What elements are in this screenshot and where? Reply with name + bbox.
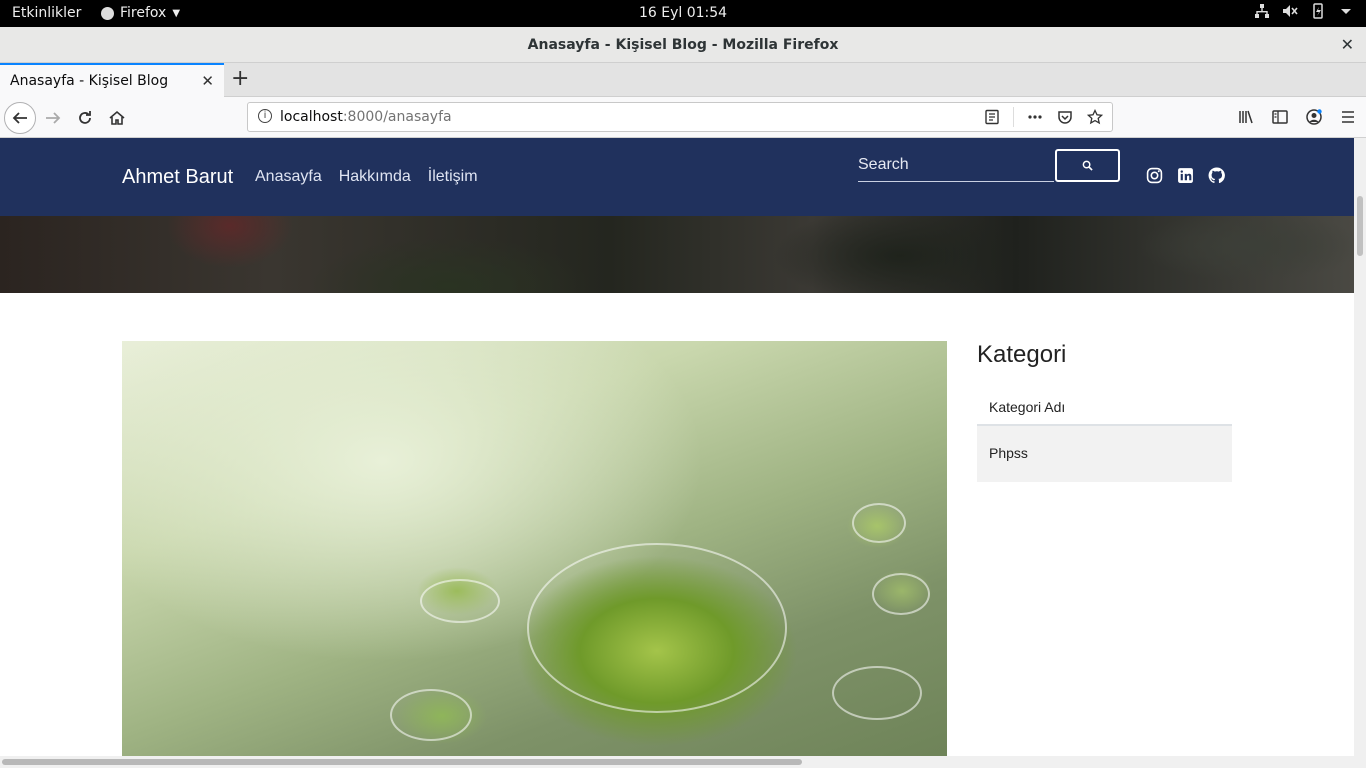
scrollbar-thumb[interactable] [1357,196,1363,256]
category-item[interactable]: Phpss [977,426,1232,482]
app-menu-label: Firefox [120,5,167,21]
water-drop [872,573,930,615]
site-info-icon[interactable]: i [258,109,272,123]
window-title-bar: Anasayfa - Kişisel Blog - Mozilla Firefo… [0,27,1366,63]
url-text[interactable]: localhost:8000/anasayfa [280,109,452,125]
menu-item-hakkimda[interactable]: Hakkımda [339,168,411,186]
network-icon [1255,4,1269,18]
menu-item-anasayfa[interactable]: Anasayfa [255,168,322,186]
close-tab-icon[interactable]: ✕ [201,72,214,90]
github-icon[interactable] [1207,166,1226,185]
window-title: Anasayfa - Kişisel Blog - Mozilla Firefo… [527,37,839,53]
water-drop [527,543,787,713]
post-featured-image[interactable] [122,341,947,756]
reload-icon[interactable] [72,105,98,131]
water-drop [420,579,500,623]
tab-strip: Anasayfa - Kişisel Blog ✕ + [0,63,1366,97]
site-menu: Anasayfa Hakkımda İletişim [255,168,478,186]
reader-view-icon[interactable] [983,107,1001,127]
sidebar-title: Kategori [977,341,1067,368]
horizontal-scrollbar[interactable] [0,756,1366,768]
scrollbar-thumb[interactable] [2,759,802,765]
water-drop [852,503,906,543]
category-sidebar: Kategori Kategori Adı Phpss [977,341,1232,482]
water-drop [832,666,922,720]
site-brand[interactable]: Ahmet Barut [122,166,233,189]
volume-muted-icon [1283,5,1298,17]
home-icon[interactable] [104,105,130,131]
forward-arrow-icon[interactable] [40,105,66,131]
clock[interactable]: 16 Eyl 01:54 [0,5,1366,21]
search-input[interactable] [858,148,1054,182]
divider [1013,107,1014,127]
system-top-bar: Etkinlikler Firefox ▼ 16 Eyl 01:54 [0,0,1366,27]
header-background-image [0,216,1354,293]
water-drop [390,689,472,741]
tab-anasayfa[interactable]: Anasayfa - Kişisel Blog ✕ [0,63,224,97]
battery-icon [1313,3,1323,19]
site-navbar: Ahmet Barut Anasayfa Hakkımda İletişim [0,138,1354,216]
account-icon[interactable] [1304,105,1324,129]
search-icon [1082,160,1093,171]
category-table-header: Kategori Adı [977,387,1232,426]
instagram-icon[interactable] [1145,166,1164,185]
search-button[interactable] [1055,149,1120,182]
close-window-icon[interactable]: ✕ [1341,35,1354,54]
address-bar[interactable]: i localhost:8000/anasayfa [247,102,1113,132]
new-tab-plus-icon[interactable]: + [231,66,249,91]
linkedin-icon[interactable] [1176,166,1195,185]
app-menu-button[interactable]: Firefox ▼ [101,5,180,21]
vertical-scrollbar[interactable] [1354,138,1366,756]
page-actions-icon[interactable] [1026,107,1044,127]
system-menu-caret-icon [1341,9,1351,14]
navigation-toolbar: i localhost:8000/anasayfa [0,97,1366,138]
tab-label: Anasayfa - Kişisel Blog [10,73,169,89]
system-tray[interactable] [1254,3,1354,19]
caret-down-icon: ▼ [172,7,181,19]
menu-item-iletisim[interactable]: İletişim [428,168,478,186]
library-icon[interactable] [1236,105,1256,129]
pocket-icon[interactable] [1056,107,1074,127]
social-links [1145,166,1226,185]
hamburger-menu-icon[interactable] [1338,105,1358,129]
activities-button[interactable]: Etkinlikler [12,5,81,21]
sidebar-toggle-icon[interactable] [1270,105,1290,129]
bookmark-star-icon[interactable] [1086,107,1104,127]
back-arrow-icon[interactable] [4,102,36,134]
web-content: Ahmet Barut Anasayfa Hakkımda İletişim K… [0,138,1354,756]
firefox-icon [101,6,114,20]
